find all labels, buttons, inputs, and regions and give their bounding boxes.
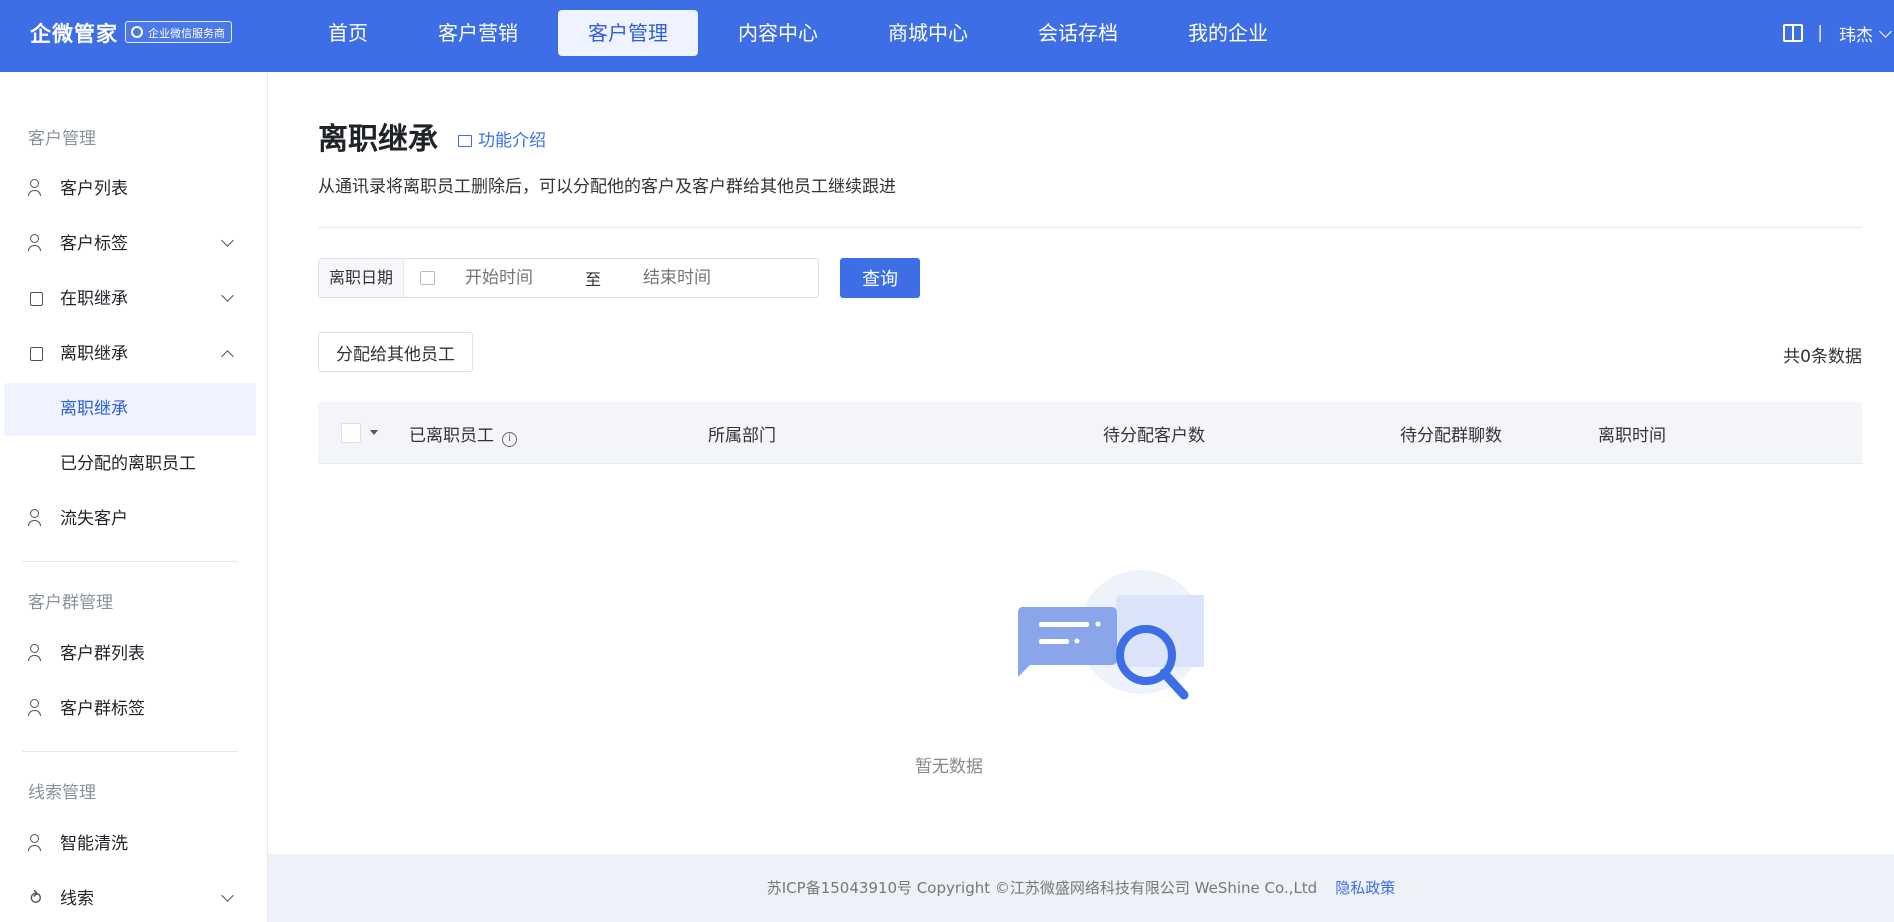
sidebar-item-label: 智能清洗 <box>60 834 128 854</box>
chevron-down-icon <box>221 889 234 902</box>
sidebar-item-lost-customers[interactable]: 流失客户 <box>4 493 256 546</box>
sidebar-item-leads[interactable]: ⥁ 线索 <box>4 873 256 922</box>
leads-icon: ⥁ <box>30 889 42 909</box>
sidebar-section-leads: 线索管理 <box>28 783 96 803</box>
user-icon <box>28 179 41 196</box>
user-tag-icon <box>28 234 41 251</box>
privacy-policy-link[interactable]: 隐私政策 <box>1335 879 1395 897</box>
sidebar: 客户管理 客户列表 客户标签 在职继承 离职继承 离职继承 已分配的离职员工 流… <box>0 72 268 922</box>
top-nav-bar: 企微管家 企业微信服务商 首页 客户营销 客户管理 内容中心 商城中心 会话存档… <box>0 0 1894 72</box>
page-title: 离职继承 <box>318 122 438 157</box>
book-icon <box>458 135 472 147</box>
sidebar-item-onjob-inherit[interactable]: 在职继承 <box>4 273 256 326</box>
feature-intro-label: 功能介绍 <box>478 131 546 151</box>
brand-badge-label: 企业微信服务商 <box>148 27 225 40</box>
sidebar-item-label: 客户群列表 <box>60 644 145 664</box>
sidebar-item-label: 流失客户 <box>60 509 128 529</box>
nav-customer-marketing[interactable]: 客户营销 <box>408 10 548 56</box>
main-content: 离职继承 功能介绍 从通讯录将离职员工删除后，可以分配他的客户及客户群给其他员工… <box>268 72 1894 854</box>
resign-date-filter: 离职日期 至 <box>318 258 819 298</box>
clean-icon <box>28 834 41 851</box>
sidebar-item-customer-tags[interactable]: 客户标签 <box>4 218 256 271</box>
divider <box>318 227 1862 228</box>
empty-text: 暂无数据 <box>915 757 983 777</box>
col-pending-groups: 待分配群聊数 <box>1400 426 1502 446</box>
col-resigned-employee: 已离职员工 i <box>409 421 517 447</box>
sidebar-item-smart-clean[interactable]: 智能清洗 <box>4 818 256 871</box>
total-count: 共0条数据 <box>1783 347 1862 367</box>
sidebar-item-resigned-inherit[interactable]: 离职继承 <box>4 328 256 381</box>
caret-down-icon[interactable] <box>370 430 378 435</box>
sidebar-item-label: 离职继承 <box>60 344 128 364</box>
sidebar-item-group-tags[interactable]: 客户群标签 <box>4 683 256 736</box>
help-book-icon[interactable] <box>1783 24 1804 42</box>
user-icon <box>28 509 41 526</box>
user-name[interactable]: 玮杰 <box>1839 21 1873 46</box>
brand-name[interactable]: 企微管家 <box>30 18 118 48</box>
calendar-icon[interactable] <box>420 271 436 285</box>
nav-mall-center[interactable]: 商城中心 <box>858 10 998 56</box>
col-department: 所属部门 <box>708 426 776 446</box>
select-all-checkbox[interactable] <box>341 423 361 443</box>
sidebar-item-label: 客户列表 <box>60 179 128 199</box>
info-icon[interactable]: i <box>502 432 517 447</box>
nav-my-enterprise[interactable]: 我的企业 <box>1158 10 1298 56</box>
sidebar-item-group-list[interactable]: 客户群列表 <box>4 628 256 681</box>
feature-intro-link[interactable]: 功能介绍 <box>458 126 546 151</box>
separator: | <box>1817 23 1823 43</box>
sidebar-item-label: 已分配的离职员工 <box>60 454 196 474</box>
sidebar-item-customer-list[interactable]: 客户列表 <box>4 163 256 216</box>
end-date-input[interactable] <box>643 268 764 288</box>
empty-illustration <box>1017 570 1204 700</box>
sidebar-divider <box>22 561 238 562</box>
exit-icon <box>30 347 43 361</box>
sidebar-item-label: 客户群标签 <box>60 699 145 719</box>
page-description: 从通讯录将离职员工删除后，可以分配他的客户及客户群给其他员工继续跟进 <box>318 177 896 197</box>
chevron-down-icon <box>221 234 234 247</box>
group-tag-icon <box>28 699 41 716</box>
copyright-text: 苏ICP备15043910号 Copyright ©江苏微盛网络科技有限公司 W… <box>766 879 1318 897</box>
footer: 苏ICP备15043910号 Copyright ©江苏微盛网络科技有限公司 W… <box>268 854 1894 922</box>
user-area: | 玮杰 <box>1783 20 1894 46</box>
sidebar-item-label: 离职继承 <box>60 399 128 419</box>
nav-session-archive[interactable]: 会话存档 <box>1008 10 1148 56</box>
nav-home[interactable]: 首页 <box>298 10 398 56</box>
sidebar-section-group: 客户群管理 <box>28 593 113 613</box>
column-header: 已离职员工 <box>409 426 494 446</box>
query-button[interactable]: 查询 <box>840 258 920 298</box>
main-nav: 首页 客户营销 客户管理 内容中心 商城中心 会话存档 我的企业 <box>298 10 1308 56</box>
col-pending-customers: 待分配客户数 <box>1103 426 1205 446</box>
nav-content-center[interactable]: 内容中心 <box>708 10 848 56</box>
chevron-down-icon <box>221 289 234 302</box>
enter-icon <box>30 292 43 306</box>
brand-badge: 企业微信服务商 <box>125 21 232 43</box>
sidebar-divider <box>22 751 238 752</box>
chevron-up-icon <box>221 350 234 363</box>
sidebar-item-label: 线索 <box>60 889 94 909</box>
sidebar-subitem-resigned-inherit[interactable]: 离职继承 <box>4 383 256 436</box>
range-separator: 至 <box>585 270 602 289</box>
assign-to-other-employee-button[interactable]: 分配给其他员工 <box>318 332 473 372</box>
chevron-down-icon[interactable] <box>1879 24 1892 38</box>
col-resign-time: 离职时间 <box>1598 426 1666 446</box>
sidebar-section-customer: 客户管理 <box>28 129 96 149</box>
sidebar-item-label: 在职继承 <box>60 289 128 309</box>
sidebar-item-label: 客户标签 <box>60 234 128 254</box>
group-icon <box>28 644 41 661</box>
filter-label: 离职日期 <box>319 259 405 297</box>
start-date-input[interactable] <box>465 268 586 288</box>
table-header: 已离职员工 i 所属部门 待分配客户数 待分配群聊数 离职时间 <box>318 402 1862 464</box>
sidebar-subitem-assigned-resigned[interactable]: 已分配的离职员工 <box>4 438 256 491</box>
wecom-logo-icon <box>131 26 143 38</box>
nav-customer-management[interactable]: 客户管理 <box>558 10 698 56</box>
